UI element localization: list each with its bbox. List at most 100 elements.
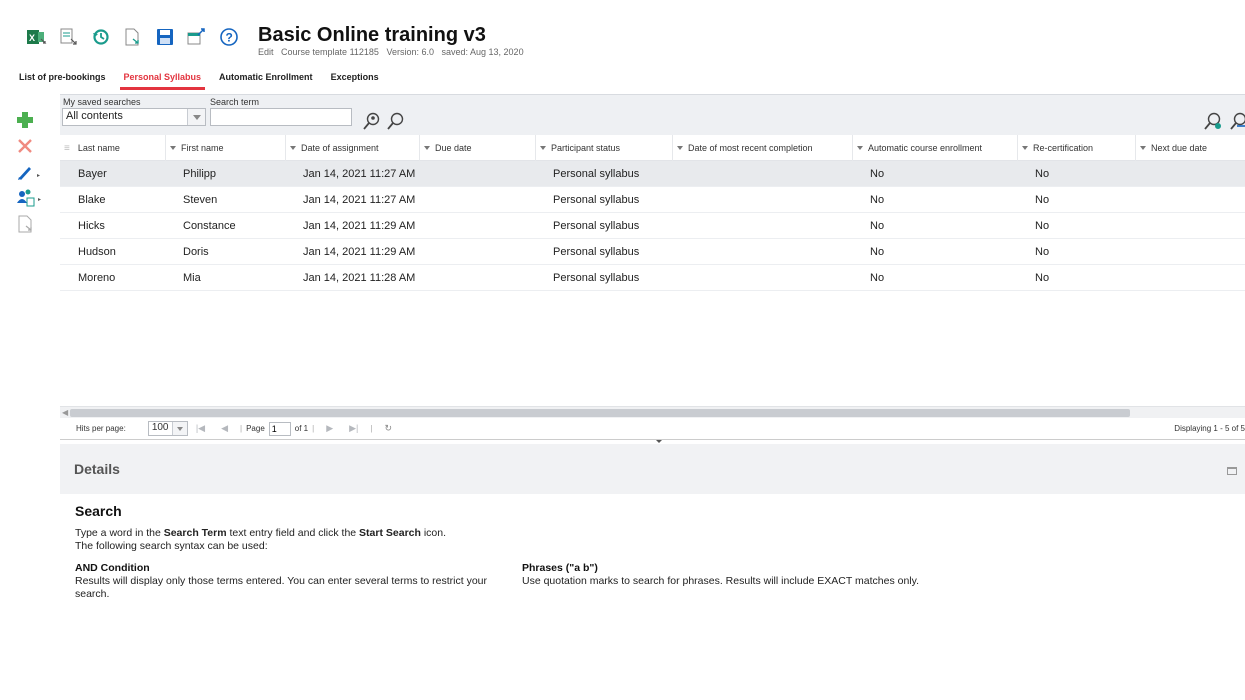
phrases-title: Phrases ("a b") xyxy=(522,562,598,574)
phrases-text: Use quotation marks to search for phrase… xyxy=(522,575,920,587)
refresh-icon[interactable]: ↻ xyxy=(384,423,392,434)
table-cell: Personal syllabus xyxy=(553,246,640,258)
add-icon[interactable] xyxy=(16,107,46,133)
help-panel: Search Type a word in the Search Term te… xyxy=(75,503,1175,600)
table-cell: Constance xyxy=(183,220,236,232)
table-cell xyxy=(672,265,852,291)
column-header[interactable]: First name xyxy=(165,135,285,161)
last-page-icon[interactable]: ▶| xyxy=(349,423,358,434)
and-condition-section: AND Condition Results will display only … xyxy=(75,562,522,600)
table-cell xyxy=(1135,213,1245,239)
sort-icon[interactable] xyxy=(170,146,176,150)
table-row[interactable]: Hicks Constance Jan 14, 2021 11:29 AM Perso… xyxy=(60,213,1245,239)
column-header[interactable]: Due date xyxy=(419,135,535,161)
chevron-down-icon[interactable] xyxy=(187,109,205,125)
scrollbar-thumb[interactable] xyxy=(70,409,1130,417)
table-cell: Mia xyxy=(183,272,201,284)
table-cell: No xyxy=(1035,220,1050,232)
search-input[interactable] xyxy=(210,108,352,126)
table-cell: No xyxy=(1035,246,1050,258)
edit-icon[interactable] xyxy=(16,159,46,185)
table-cell xyxy=(1135,239,1245,265)
results-grid: ≡ Last name First name Date of assignment… xyxy=(60,135,1245,407)
sort-icon[interactable] xyxy=(1022,146,1028,150)
svg-text:X: X xyxy=(29,33,35,43)
table-cell: No xyxy=(1035,168,1050,180)
table-cell: Jan 14, 2021 11:27 AM xyxy=(303,168,416,180)
search-icon[interactable] xyxy=(386,111,406,131)
excel-export-icon[interactable]: X xyxy=(24,24,50,50)
table-cell xyxy=(419,239,535,265)
pager: Hits per page: 100 |◀ ◀ | Page of 1 | ▶ … xyxy=(60,418,1245,440)
delete-icon[interactable] xyxy=(16,133,46,159)
column-header[interactable]: Participant status xyxy=(535,135,672,161)
table-cell xyxy=(419,161,535,187)
page-arrow-icon[interactable] xyxy=(120,24,146,50)
svg-text:?: ? xyxy=(226,31,233,45)
next-page-icon[interactable]: ▶ xyxy=(326,423,333,434)
table-cell xyxy=(1135,265,1245,291)
table-cell xyxy=(419,213,535,239)
horizontal-scrollbar[interactable]: ◀ xyxy=(60,406,1245,418)
history-icon[interactable] xyxy=(88,24,114,50)
chevron-down-icon[interactable] xyxy=(171,422,187,435)
help-intro-2: The following search syntax can be used: xyxy=(75,539,268,552)
column-header[interactable]: Automatic course enrollment xyxy=(852,135,1017,161)
document-export-icon[interactable] xyxy=(16,211,46,237)
scroll-left-icon[interactable]: ◀ xyxy=(62,408,68,417)
help-intro: Type a word in the Search Term text entr… xyxy=(75,527,447,539)
sort-icon[interactable] xyxy=(857,146,863,150)
column-header[interactable]: Date of most recent completion xyxy=(672,135,852,161)
action-sidebar xyxy=(16,107,46,237)
title-block: Basic Online training v3 Edit Course tem… xyxy=(258,24,529,57)
table-cell: Jan 14, 2021 11:29 AM xyxy=(303,220,416,232)
column-header[interactable]: Next due date xyxy=(1135,135,1245,161)
column-header[interactable]: ≡ Last name xyxy=(60,135,165,161)
prev-page-icon[interactable]: ◀ xyxy=(221,423,228,434)
save-icon[interactable] xyxy=(152,24,178,50)
course-meta: Edit Course template 112185 Version: 6.0… xyxy=(258,47,529,57)
table-row[interactable]: Blake Steven Jan 14, 2021 11:27 AM Personal… xyxy=(60,187,1245,213)
tab-automatic-enrollment[interactable]: Automatic Enrollment xyxy=(219,70,313,88)
column-menu-icon[interactable]: ≡ xyxy=(64,143,70,154)
sort-icon[interactable] xyxy=(1140,146,1146,150)
page-label: Page xyxy=(246,424,265,433)
sort-icon[interactable] xyxy=(677,146,683,150)
maximize-icon[interactable] xyxy=(1227,467,1237,475)
first-page-icon[interactable]: |◀ xyxy=(196,423,205,434)
export-doc-icon[interactable] xyxy=(56,24,82,50)
tab-exceptions[interactable]: Exceptions xyxy=(331,70,379,88)
search-term-label: Search term xyxy=(210,97,260,107)
help-icon[interactable]: ? xyxy=(216,24,242,50)
window-export-icon[interactable] xyxy=(184,24,210,50)
column-header[interactable]: Date of assignment xyxy=(285,135,419,161)
table-cell xyxy=(419,187,535,213)
user-search-alt-icon[interactable] xyxy=(1229,111,1245,131)
saved-label: saved: Aug 13, 2020 xyxy=(441,47,524,57)
grid-header: ≡ Last name First name Date of assignment… xyxy=(60,135,1245,161)
user-search-icon[interactable] xyxy=(362,111,382,131)
saved-searches-select[interactable]: All contents xyxy=(62,108,206,126)
table-row[interactable]: Moreno Mia Jan 14, 2021 11:28 AM Personal s… xyxy=(60,265,1245,291)
tab-pre-bookings[interactable]: List of pre-bookings xyxy=(19,70,106,88)
users-icon[interactable] xyxy=(16,185,46,211)
hits-per-page-select[interactable]: 100 xyxy=(147,421,188,436)
saved-searches-value: All contents xyxy=(66,110,123,122)
mode-label: Edit xyxy=(258,47,274,57)
table-cell xyxy=(672,161,852,187)
tab-personal-syllabus[interactable]: Personal Syllabus xyxy=(119,70,205,90)
user-settings-icon[interactable] xyxy=(1203,111,1223,131)
sort-icon[interactable] xyxy=(290,146,296,150)
template-label: Course template 112185 xyxy=(281,47,379,57)
hits-per-page-label: Hits per page: xyxy=(76,424,126,433)
page-count-label: of 1 xyxy=(294,424,309,433)
sort-icon[interactable] xyxy=(424,146,430,150)
table-row[interactable]: Bayer Philipp Jan 14, 2021 11:27 AM Persona… xyxy=(60,161,1245,187)
page-number-input[interactable] xyxy=(268,421,291,436)
table-row[interactable]: Hudson Doris Jan 14, 2021 11:29 AM Personal… xyxy=(60,239,1245,265)
sort-icon[interactable] xyxy=(540,146,546,150)
column-header[interactable]: Re-certification xyxy=(1017,135,1135,161)
tab-bar: List of pre-bookings Personal Syllabus A… xyxy=(19,70,397,90)
table-cell: Personal syllabus xyxy=(553,194,640,206)
table-cell xyxy=(672,187,852,213)
